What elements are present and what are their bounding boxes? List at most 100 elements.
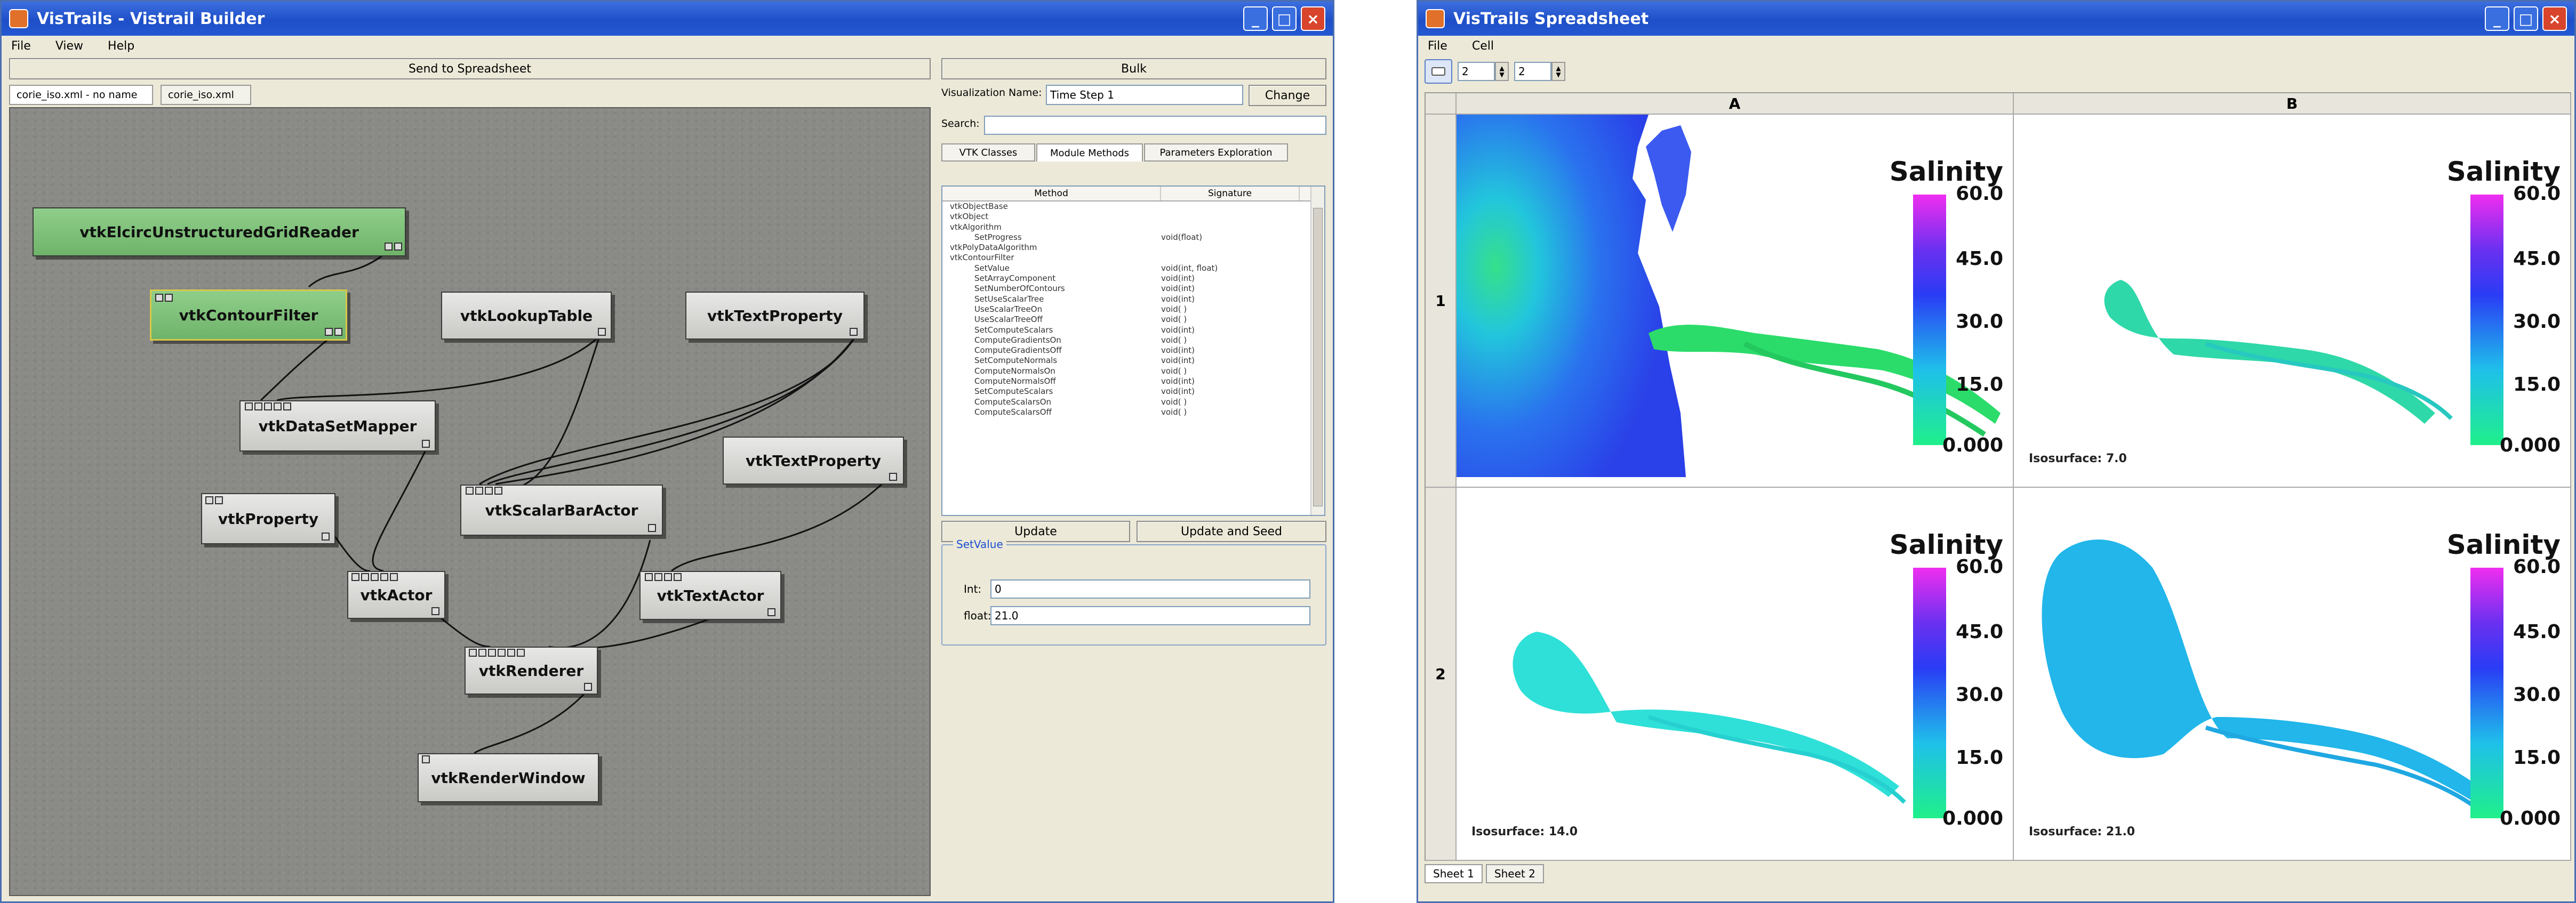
tree-row[interactable]: ComputeNormalsOn void( ) bbox=[942, 366, 1324, 376]
doc-tab-corie[interactable]: corie_iso.xml bbox=[161, 85, 251, 105]
maximize-icon[interactable]: □ bbox=[1272, 6, 1297, 31]
port-icon[interactable] bbox=[334, 328, 342, 336]
sheet-tab-1[interactable]: Sheet 1 bbox=[1425, 864, 1483, 883]
port-icon[interactable] bbox=[475, 487, 483, 495]
port-icon[interactable] bbox=[380, 573, 388, 581]
menu-file[interactable]: File bbox=[11, 39, 31, 53]
sheet-tab-2[interactable]: Sheet 2 bbox=[1485, 864, 1544, 883]
module-vtk-render-window[interactable]: vtkRenderWindow bbox=[418, 753, 599, 802]
column-header-a[interactable]: A bbox=[1457, 93, 2014, 115]
port-icon[interactable] bbox=[466, 487, 474, 495]
tree-row[interactable]: vtkObjectBase bbox=[942, 201, 1324, 212]
port-icon[interactable] bbox=[767, 608, 775, 616]
port-icon[interactable] bbox=[264, 402, 272, 410]
port-icon[interactable] bbox=[245, 402, 253, 410]
port-icon[interactable] bbox=[205, 496, 213, 504]
port-icon[interactable] bbox=[422, 440, 430, 448]
tree-row[interactable]: vtkObject bbox=[942, 212, 1324, 222]
module-vtk-contour-filter[interactable]: vtkContourFilter bbox=[150, 289, 347, 341]
port-icon[interactable] bbox=[385, 243, 393, 251]
doc-tab-no-name[interactable]: corie_iso.xml - no name bbox=[9, 85, 153, 105]
bulk-button[interactable]: Bulk bbox=[941, 58, 1326, 79]
scrollbar-thumb[interactable] bbox=[1313, 208, 1323, 506]
port-icon[interactable] bbox=[494, 487, 502, 495]
tree-scrollbar[interactable] bbox=[1310, 187, 1324, 515]
port-icon[interactable] bbox=[488, 649, 496, 657]
spin-arrows-icon[interactable]: ▲ ▼ bbox=[1551, 62, 1565, 81]
tree-row[interactable]: ComputeScalarsOn void( ) bbox=[942, 397, 1324, 407]
tree-row[interactable]: SetUseScalarTree void(int) bbox=[942, 294, 1324, 304]
port-icon[interactable] bbox=[390, 573, 398, 581]
port-icon[interactable] bbox=[850, 328, 858, 336]
port-icon[interactable] bbox=[371, 573, 379, 581]
menu-view[interactable]: View bbox=[55, 39, 83, 53]
module-vtk-text-property-1[interactable]: vtkTextProperty bbox=[685, 292, 865, 340]
cell-a2[interactable]: Salinity 60.0 45.0 30.0 15.0 0.000 Isosu… bbox=[1457, 488, 2014, 861]
cell-b1[interactable]: Salinity 60.0 45.0 30.0 15.0 0.000 Isosu… bbox=[2014, 115, 2571, 488]
tree-row[interactable]: SetValue void(int, float) bbox=[942, 263, 1324, 273]
port-icon[interactable] bbox=[254, 402, 262, 410]
menu-file[interactable]: File bbox=[1428, 39, 1447, 53]
row-header-2[interactable]: 2 bbox=[1426, 488, 1457, 861]
tree-row[interactable]: UseScalarTreeOn void( ) bbox=[942, 304, 1324, 315]
port-icon[interactable] bbox=[351, 573, 359, 581]
change-button[interactable]: Change bbox=[1249, 85, 1326, 106]
tree-header-method[interactable]: Method bbox=[942, 187, 1161, 200]
port-icon[interactable] bbox=[165, 294, 173, 302]
maximize-icon[interactable]: □ bbox=[2514, 6, 2538, 31]
tree-row[interactable]: vtkPolyDataAlgorithm bbox=[942, 243, 1324, 253]
cell-b2[interactable]: Salinity 60.0 45.0 30.0 15.0 0.000 Isosu… bbox=[2014, 488, 2571, 861]
tree-row[interactable]: ComputeGradientsOff void(int) bbox=[942, 345, 1324, 356]
close-icon[interactable]: × bbox=[2542, 6, 2567, 31]
port-icon[interactable] bbox=[654, 573, 662, 581]
module-vtk-lookup-table[interactable]: vtkLookupTable bbox=[441, 292, 612, 340]
tree-row[interactable]: ComputeScalarsOff void( ) bbox=[942, 407, 1324, 417]
port-icon[interactable] bbox=[507, 649, 515, 657]
tree-row[interactable]: vtkContourFilter bbox=[942, 253, 1324, 263]
port-icon[interactable] bbox=[889, 473, 897, 481]
port-icon[interactable] bbox=[325, 328, 333, 336]
row-header-1[interactable]: 1 bbox=[1426, 115, 1457, 488]
update-and-seed-button[interactable]: Update and Seed bbox=[1137, 521, 1326, 542]
tree-row[interactable]: SetProgress void(float) bbox=[942, 232, 1324, 243]
minimize-icon[interactable]: _ bbox=[2485, 6, 2509, 31]
float-input[interactable]: 21.0 bbox=[990, 606, 1310, 625]
port-icon[interactable] bbox=[431, 607, 439, 615]
rows-spinner[interactable]: 2 ▲ ▼ bbox=[1458, 62, 1509, 81]
port-icon[interactable] bbox=[469, 649, 477, 657]
tree-row[interactable]: SetComputeScalars void(int) bbox=[942, 386, 1324, 397]
port-icon[interactable] bbox=[584, 683, 592, 691]
port-icon[interactable] bbox=[394, 243, 402, 251]
search-input[interactable] bbox=[984, 116, 1326, 135]
port-icon[interactable] bbox=[598, 328, 606, 336]
tree-row[interactable]: ComputeGradientsOn void( ) bbox=[942, 335, 1324, 345]
port-icon[interactable] bbox=[215, 496, 223, 504]
port-icon[interactable] bbox=[155, 294, 163, 302]
minimize-icon[interactable]: _ bbox=[1243, 6, 1268, 31]
tree-row[interactable]: SetNumberOfContours void(int) bbox=[942, 284, 1324, 294]
menu-help[interactable]: Help bbox=[108, 39, 134, 53]
port-icon[interactable] bbox=[361, 573, 369, 581]
int-input[interactable]: 0 bbox=[990, 579, 1310, 599]
tab-module-methods[interactable]: Module Methods bbox=[1036, 143, 1143, 162]
cols-input[interactable]: 2 bbox=[1514, 62, 1551, 81]
tree-row[interactable]: UseScalarTreeOff void( ) bbox=[942, 315, 1324, 325]
tree-row[interactable]: SetArrayComponent void(int) bbox=[942, 273, 1324, 284]
module-vtk-text-property-2[interactable]: vtkTextProperty bbox=[723, 437, 904, 485]
tab-vtk-classes[interactable]: VTK Classes bbox=[941, 143, 1035, 162]
tree-row[interactable]: SetComputeScalars void(int) bbox=[942, 325, 1324, 335]
column-header-b[interactable]: B bbox=[2014, 93, 2571, 115]
port-icon[interactable] bbox=[322, 533, 330, 541]
menu-cell[interactable]: Cell bbox=[1472, 39, 1494, 53]
port-icon[interactable] bbox=[478, 649, 486, 657]
tab-parameters-exploration[interactable]: Parameters Exploration bbox=[1144, 143, 1288, 162]
cols-spinner[interactable]: 2 ▲ ▼ bbox=[1514, 62, 1565, 81]
port-icon[interactable] bbox=[674, 573, 682, 581]
module-vtk-elcirc-reader[interactable]: vtkElcircUnstructuredGridReader bbox=[33, 207, 406, 256]
rows-input[interactable]: 2 bbox=[1458, 62, 1495, 81]
port-icon[interactable] bbox=[648, 524, 656, 532]
pipeline-canvas[interactable]: vtkElcircUnstructuredGridReader vtkConto… bbox=[9, 107, 931, 896]
port-icon[interactable] bbox=[283, 402, 291, 410]
port-icon[interactable] bbox=[664, 573, 672, 581]
methods-tree[interactable]: Method Signature vtkObjectBase vtkObject v… bbox=[941, 186, 1325, 516]
